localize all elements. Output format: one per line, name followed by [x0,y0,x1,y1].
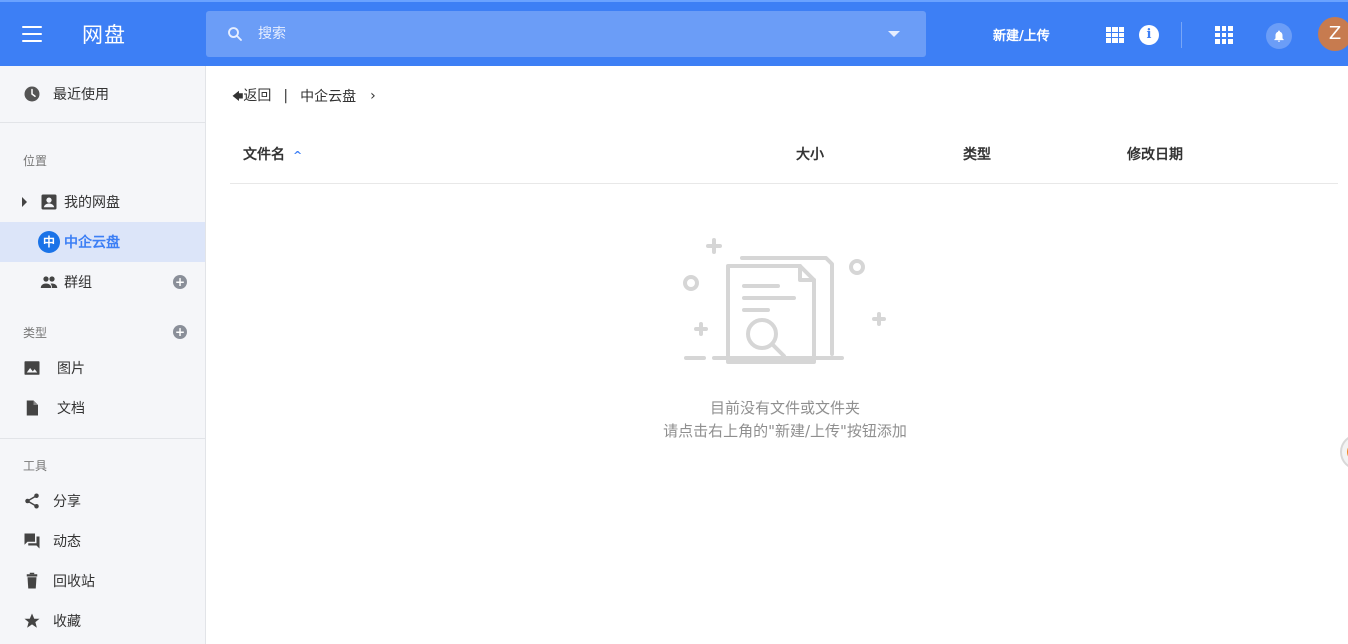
grid-view-icon[interactable] [1106,27,1124,43]
document-icon [26,400,38,416]
floating-assistant-widget[interactable] [1340,434,1348,470]
search-icon [228,27,242,41]
app-title: 网盘 [82,23,126,47]
breadcrumb-separator: | [283,88,289,104]
sidebar-item-label: 动态 [53,534,81,550]
add-group-icon[interactable]: + [173,275,187,289]
star-icon [24,613,40,628]
new-upload-button[interactable]: 新建/上传 [993,25,1050,44]
sidebar-item-share[interactable]: 分享 [0,481,205,521]
section-tools-label: 工具 [23,459,48,473]
people-icon [40,276,58,288]
column-header-size[interactable]: 大小 [796,144,824,164]
sidebar-item-enterprise-drive[interactable]: 中 中企云盘 [0,222,205,262]
section-types-label: 类型 [23,326,48,340]
sidebar-item-label: 最近使用 [53,87,109,103]
column-label: 文件名 [243,147,285,163]
column-header-modified[interactable]: 修改日期 [1127,144,1183,164]
sidebar-item-label: 中企云盘 [64,235,120,251]
share-icon [25,493,39,509]
back-link[interactable]: 🡄返回 [232,85,271,107]
sidebar-item-label: 分享 [53,494,81,510]
empty-state-hint: 请点击右上角的"新建/上传"按钮添加 [663,422,907,440]
info-icon[interactable]: i [1139,25,1159,45]
sidebar: 最近使用 位置 我的网盘 中 中企云盘 群组 + 类型 + 图片 文档 工具 分… [0,66,206,644]
empty-folder-illustration [683,238,886,364]
hamburger-menu-icon[interactable] [20,22,44,46]
sidebar-item-label: 回收站 [53,574,95,590]
breadcrumb: 🡄返回 | 中企云盘 › [232,86,376,106]
sidebar-item-trash[interactable]: 回收站 [0,561,205,601]
back-label: 返回 [243,88,272,104]
search-bar[interactable] [206,11,926,57]
search-options-dropdown-icon[interactable] [888,31,900,37]
column-header-type[interactable]: 类型 [963,144,991,164]
user-avatar[interactable]: Z [1318,17,1348,51]
sidebar-divider [0,122,205,123]
sidebar-item-label: 我的网盘 [64,195,120,211]
sidebar-item-label: 收藏 [53,614,81,630]
section-location-label: 位置 [23,154,48,168]
search-input[interactable] [258,19,858,49]
breadcrumb-chevron-icon[interactable]: › [370,88,376,104]
image-icon [24,361,40,375]
clock-icon [24,86,40,102]
enterprise-badge-icon: 中 [38,231,60,253]
forum-icon [24,533,40,549]
sidebar-item-groups[interactable]: 群组 + [0,262,205,302]
column-header-name[interactable]: 文件名 ^ [243,144,302,164]
trash-icon [26,572,38,589]
sidebar-item-my-drive[interactable]: 我的网盘 [0,182,205,222]
sidebar-divider [0,438,205,439]
top-app-bar: 网盘 新建/上传 i Z [0,0,1348,66]
sidebar-item-label: 图片 [57,361,85,377]
sidebar-item-activity[interactable]: 动态 [0,521,205,561]
sidebar-item-recent[interactable]: 最近使用 [0,74,205,114]
back-arrow-icon: 🡄 [232,90,244,103]
sidebar-item-favorites[interactable]: 收藏 [0,601,205,641]
account-box-icon [41,194,57,210]
sidebar-item-documents[interactable]: 文档 [0,388,205,428]
sidebar-item-label: 文档 [57,401,85,417]
expand-caret-icon[interactable] [22,197,27,207]
toolbar-divider [1181,22,1182,48]
file-table-header: 文件名 ^ 大小 类型 修改日期 [230,134,1338,184]
apps-icon[interactable] [1215,26,1233,44]
empty-state-title: 目前没有文件或文件夹 [709,399,860,417]
sort-ascending-icon[interactable]: ^ [293,149,302,162]
sidebar-item-images[interactable]: 图片 [0,348,205,388]
add-type-icon[interactable]: + [173,325,187,339]
notification-bell-icon[interactable] [1266,23,1292,49]
breadcrumb-current[interactable]: 中企云盘 [300,86,356,106]
sidebar-item-label: 群组 [64,275,92,291]
